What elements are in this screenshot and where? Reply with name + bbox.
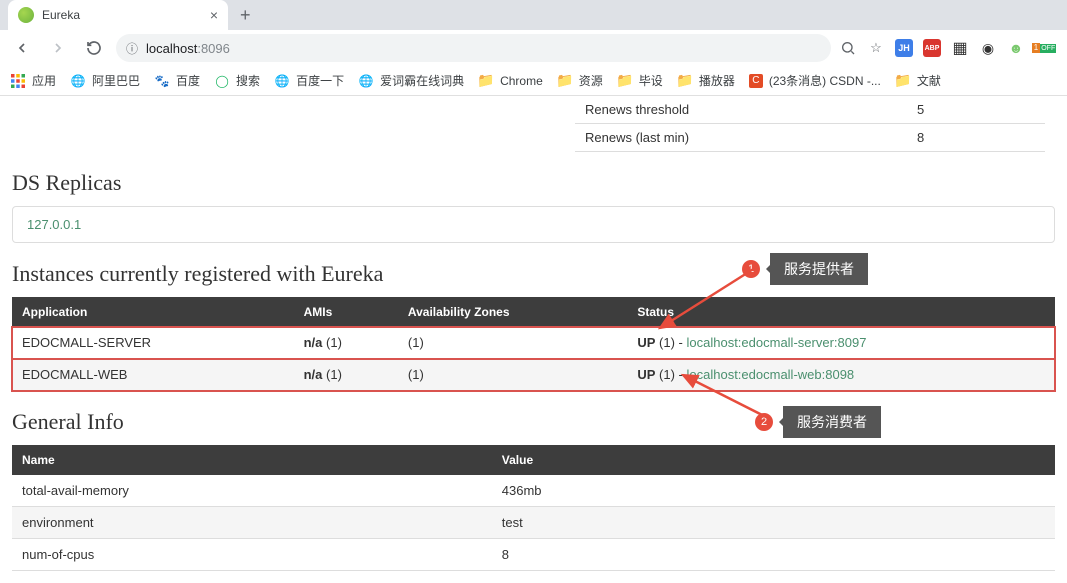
site-info-icon[interactable]: ⓘ [126, 40, 138, 57]
folder-icon: 📁 [478, 73, 494, 89]
replica-link[interactable]: 127.0.0.1 [27, 217, 81, 232]
browser-chrome: Eureka × + ⓘ localhost:8096 ☆ JH ABP [0, 0, 1067, 96]
general-info-table: Name Value total-avail-memory436mb envir… [12, 445, 1055, 571]
ext-abp-icon[interactable]: ABP [923, 39, 941, 57]
bookmark-search[interactable]: ◯搜索 [214, 72, 260, 89]
instance-link-server[interactable]: localhost:edocmall-server:8097 [687, 335, 867, 350]
globe-icon: 🌐 [274, 73, 290, 89]
new-tab-button[interactable]: + [232, 5, 259, 26]
bookmark-resource-folder[interactable]: 📁资源 [557, 72, 603, 89]
reload-button[interactable] [80, 34, 108, 62]
info-row: Renews (last min)8 [575, 124, 1045, 152]
folder-icon: 📁 [677, 73, 693, 89]
apps-grid-icon [10, 73, 26, 89]
bookmark-bishe-folder[interactable]: 📁毕设 [617, 72, 663, 89]
server-info-table: Renews threshold5 Renews (last min)8 [575, 96, 1045, 152]
bookmark-alibaba[interactable]: 🌐阿里巴巴 [70, 72, 140, 89]
ds-replicas-heading: DS Replicas [12, 170, 1055, 196]
bookmark-player-folder[interactable]: 📁播放器 [677, 72, 735, 89]
bookmarks-bar: 应用 🌐阿里巴巴 🐾百度 ◯搜索 🌐百度一下 🌐爱词霸在线词典 📁Chrome … [0, 66, 1067, 96]
folder-icon: 📁 [895, 73, 911, 89]
instances-table: Application AMIs Availability Zones Stat… [12, 297, 1055, 391]
col-name: Name [12, 445, 492, 475]
toolbar-right: ☆ JH ABP ▦ ◉ ☻ 1 OFF [839, 39, 1059, 57]
tab-strip: Eureka × + [0, 0, 1067, 30]
ext-qr-icon[interactable]: ▦ [951, 39, 969, 57]
zoom-icon[interactable] [839, 39, 857, 57]
info-row: Renews threshold5 [575, 96, 1045, 124]
browser-tab[interactable]: Eureka × [8, 0, 228, 30]
back-button[interactable] [8, 34, 36, 62]
globe-icon: 🌐 [70, 73, 86, 89]
bookmark-iciba[interactable]: 🌐爱词霸在线词典 [358, 72, 464, 89]
general-row: total-avail-memory436mb [12, 475, 1055, 507]
star-icon[interactable]: ☆ [867, 39, 885, 57]
folder-icon: 📁 [557, 73, 573, 89]
general-row: environmenttest [12, 507, 1055, 539]
bookmark-baidu[interactable]: 🐾百度 [154, 72, 200, 89]
col-application: Application [12, 297, 294, 327]
col-amis: AMIs [294, 297, 398, 327]
apps-button[interactable]: 应用 [10, 72, 56, 89]
globe-icon: 🌐 [358, 73, 374, 89]
ext-frog-icon[interactable]: ☻ [1007, 39, 1025, 57]
col-az: Availability Zones [398, 297, 627, 327]
qihoo-icon: ◯ [214, 73, 230, 89]
folder-icon: 📁 [617, 73, 633, 89]
bookmark-csdn[interactable]: C(23条消息) CSDN -... [749, 72, 881, 89]
eureka-page: Renews threshold5 Renews (last min)8 DS … [0, 96, 1067, 583]
close-tab-icon[interactable]: × [210, 8, 218, 22]
general-info-heading: General Info [12, 409, 1055, 435]
csdn-icon: C [749, 74, 763, 88]
url-display: localhost:8096 [146, 41, 230, 56]
address-input[interactable]: ⓘ localhost:8096 [116, 34, 831, 62]
instance-link-web[interactable]: localhost:edocmall-web:8098 [687, 367, 855, 382]
instance-row-server: EDOCMALL-SERVER n/a (1) (1) UP (1) - loc… [12, 327, 1055, 359]
spring-favicon-icon [18, 7, 34, 23]
replica-box: 127.0.0.1 [12, 206, 1055, 243]
instance-row-web: EDOCMALL-WEB n/a (1) (1) UP (1) - localh… [12, 359, 1055, 391]
bookmark-chrome-folder[interactable]: 📁Chrome [478, 73, 543, 89]
address-bar: ⓘ localhost:8096 ☆ JH ABP ▦ ◉ ☻ 1 OFF [0, 30, 1067, 66]
col-status: Status [627, 297, 1055, 327]
bookmark-literature-folder[interactable]: 📁文献 [895, 72, 941, 89]
tab-title: Eureka [42, 8, 202, 22]
col-value: Value [492, 445, 1055, 475]
ext-jh-icon[interactable]: JH [895, 39, 913, 57]
bookmark-baidu2[interactable]: 🌐百度一下 [274, 72, 344, 89]
ext-off-icon[interactable]: 1 OFF [1035, 39, 1053, 57]
general-row: num-of-cpus8 [12, 539, 1055, 571]
instances-heading: Instances currently registered with Eure… [12, 261, 1055, 287]
baidu-icon: 🐾 [154, 73, 170, 89]
ext-paw-icon[interactable]: ◉ [979, 39, 997, 57]
forward-button[interactable] [44, 34, 72, 62]
